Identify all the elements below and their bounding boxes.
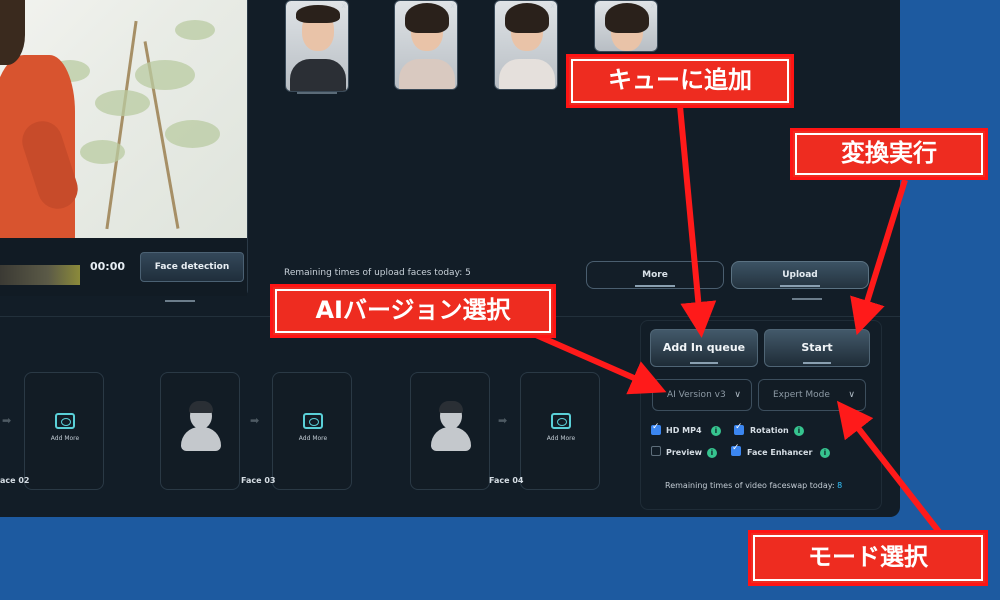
plant-leaf bbox=[95, 90, 150, 116]
face-thumbnail[interactable]: x bbox=[285, 0, 349, 92]
face-slot-label: ace 02 bbox=[0, 476, 30, 485]
info-icon[interactable]: i bbox=[711, 426, 721, 436]
face-thumbnail[interactable]: x bbox=[394, 0, 458, 90]
rotation-checkbox[interactable] bbox=[734, 422, 744, 435]
panel-scrollbar[interactable] bbox=[165, 300, 195, 302]
arrow-right-icon: ➡ bbox=[2, 414, 12, 427]
video-progress-bar[interactable] bbox=[0, 265, 80, 285]
rotation-label: Rotation bbox=[750, 426, 789, 435]
thumbnail-hair bbox=[405, 3, 449, 33]
avatar-body bbox=[431, 427, 471, 451]
annotation-mode: モード選択 bbox=[748, 530, 988, 586]
add-more-slot[interactable]: Add More bbox=[272, 372, 352, 490]
thumbnail-hair bbox=[296, 5, 340, 23]
plant-leaf bbox=[165, 120, 220, 148]
arrow-right-icon: ➡ bbox=[250, 414, 260, 427]
close-icon[interactable]: x bbox=[341, 1, 346, 10]
add-more-slot[interactable]: Add More bbox=[24, 372, 104, 490]
more-button-underline bbox=[635, 285, 675, 287]
time-display: 00:00 bbox=[90, 260, 126, 273]
plant-stem bbox=[105, 20, 138, 230]
avatar-hair bbox=[439, 401, 463, 413]
avatar-placeholder-icon bbox=[431, 401, 471, 453]
annotation-start-text: 変換実行 bbox=[841, 139, 937, 167]
thumbnail-selected-indicator bbox=[297, 92, 337, 94]
upload-remaining-text: Remaining times of upload faces today: 5 bbox=[284, 268, 471, 278]
face-enhancer-label: Face Enhancer bbox=[747, 448, 813, 457]
chevron-down-icon: ∨ bbox=[848, 390, 855, 400]
source-face-slot[interactable] bbox=[160, 372, 240, 490]
info-icon[interactable]: i bbox=[794, 426, 804, 436]
face-thumbnail[interactable]: x bbox=[594, 0, 658, 52]
thumbnail-body bbox=[399, 59, 455, 89]
annotation-mode-text: モード選択 bbox=[808, 543, 928, 571]
face-enhancer-checkbox[interactable] bbox=[731, 443, 741, 456]
start-button-underline bbox=[803, 362, 831, 364]
add-more-slot[interactable]: Add More bbox=[520, 372, 600, 490]
avatar-placeholder-icon bbox=[181, 401, 221, 453]
hd-mp4-checkbox[interactable] bbox=[651, 422, 661, 435]
ai-version-select[interactable]: AI Version v3 ∨ bbox=[652, 379, 752, 411]
close-icon[interactable]: x bbox=[450, 1, 455, 10]
video-remaining-label: Remaining times of video faceswap today: bbox=[665, 481, 838, 490]
annotation-add-queue-text: キューに追加 bbox=[608, 66, 752, 94]
chevron-down-icon: ∨ bbox=[734, 390, 741, 400]
plant-leaf bbox=[175, 20, 215, 40]
thumbnail-hair bbox=[605, 3, 649, 33]
preview-checkbox[interactable] bbox=[651, 446, 661, 456]
panel-scrollbar[interactable] bbox=[792, 298, 822, 300]
mode-value: Expert Mode bbox=[773, 390, 830, 400]
video-frame bbox=[0, 0, 247, 238]
close-icon[interactable]: x bbox=[650, 1, 655, 10]
annotation-ai-version-text: AIバージョン選択 bbox=[315, 296, 511, 324]
arrow-right-icon: ➡ bbox=[498, 414, 508, 427]
face-detection-button[interactable]: Face detection bbox=[140, 252, 244, 282]
face-thumbnail[interactable]: x bbox=[494, 0, 558, 90]
add-more-label: Add More bbox=[50, 435, 80, 442]
uploaded-faces-panel: x x x x Remaining times of upload faces … bbox=[270, 0, 880, 305]
thumbnail-body bbox=[290, 59, 346, 91]
face-slot-label: Face 03 bbox=[241, 476, 276, 485]
add-more-label: Add More bbox=[546, 435, 576, 442]
plant-leaf bbox=[80, 140, 125, 164]
face-slot-label: Face 04 bbox=[489, 476, 524, 485]
avatar-body bbox=[181, 427, 221, 451]
annotation-start: 変換実行 bbox=[790, 128, 988, 180]
info-icon[interactable]: i bbox=[707, 448, 717, 458]
thumbnail-hair bbox=[505, 3, 549, 33]
annotation-ai-version: AIバージョン選択 bbox=[270, 284, 556, 338]
hd-mp4-label: HD MP4 bbox=[666, 426, 702, 435]
info-icon[interactable]: i bbox=[820, 448, 830, 458]
video-remaining-count: 8 bbox=[837, 481, 843, 490]
mode-select[interactable]: Expert Mode ∨ bbox=[758, 379, 866, 411]
add-more-label: Add More bbox=[298, 435, 328, 442]
queue-button-underline bbox=[690, 362, 718, 364]
annotation-add-queue: キューに追加 bbox=[566, 54, 794, 108]
face-scan-icon bbox=[55, 413, 75, 429]
preview-label: Preview bbox=[666, 448, 703, 457]
video-preview-panel: 00:00 Face detection bbox=[0, 0, 248, 296]
video-controls: 00:00 Face detection bbox=[0, 238, 247, 296]
avatar-hair bbox=[189, 401, 213, 413]
upload-button-underline bbox=[780, 285, 820, 287]
thumbnail-body bbox=[499, 59, 555, 89]
face-scan-icon bbox=[551, 413, 571, 429]
plant-leaf bbox=[135, 60, 195, 90]
source-face-slot[interactable] bbox=[410, 372, 490, 490]
face-scan-icon bbox=[303, 413, 323, 429]
ai-version-value: AI Version v3 bbox=[667, 390, 726, 400]
close-icon[interactable]: x bbox=[550, 1, 555, 10]
video-remaining-text: Remaining times of video faceswap today:… bbox=[665, 481, 842, 490]
